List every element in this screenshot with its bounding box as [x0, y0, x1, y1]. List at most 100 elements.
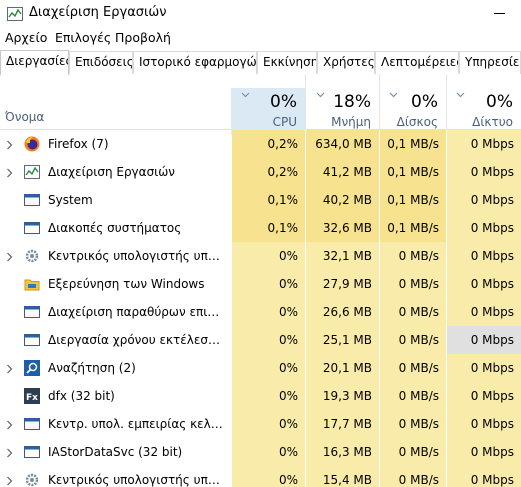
tab-app-history[interactable]: Ιστορικό εφαρμογών — [133, 51, 257, 74]
tab-details[interactable]: Λεπτομέρειες — [375, 51, 459, 74]
network-cell: 0 Mbps — [447, 130, 521, 158]
network-cell: 0 Mbps — [447, 186, 521, 214]
chevron-down-icon — [389, 92, 398, 98]
menu-view[interactable]: Προβολή — [115, 30, 171, 46]
process-name: Κεντρικός υπολογιστής υπηρε... — [48, 473, 224, 487]
menu-file[interactable]: Αρχείο — [5, 30, 47, 46]
cpu-cell: 0% — [232, 326, 305, 354]
disk-cell: 0 MB/s — [380, 326, 446, 354]
memory-percent: 18% — [333, 92, 371, 112]
tab-services[interactable]: Υπηρεσίες — [459, 51, 521, 74]
svg-text:Fx: Fx — [26, 393, 38, 403]
disk-cell: 0,1 MB/s — [380, 214, 446, 242]
title-bar: Διαχείριση Εργασιών — [0, 0, 521, 28]
process-name: Διαχείριση Εργασιών — [48, 165, 175, 179]
network-cell: 0 Mbps — [447, 214, 521, 242]
table-row[interactable]: Κεντρ. υπολ. εμπειρίας κελύφο... 0%17,7 M… — [0, 410, 521, 438]
memory-cell: 41,2 MB — [306, 158, 379, 186]
tab-performance[interactable]: Επιδόσεις — [69, 51, 133, 74]
memory-cell: 634,0 MB — [306, 130, 379, 158]
divider — [305, 74, 306, 130]
memory-cell: 19,3 MB — [306, 382, 379, 410]
network-percent: 0% — [486, 92, 513, 112]
disk-cell: 0 MB/s — [380, 410, 446, 438]
process-name: Αναζήτηση (2) — [48, 361, 136, 375]
expand-chevron-icon[interactable] — [6, 475, 13, 486]
column-name[interactable]: Όνομα — [5, 110, 44, 124]
table-row[interactable]: Κεντρικός υπολογιστής υπηρε... 0% 32,1 MB 0… — [0, 242, 521, 270]
process-name: Διεργασία χρόνου εκτέλεσης π... — [48, 333, 224, 347]
disk-cell: 0 MB/s — [380, 466, 446, 487]
expand-chevron-icon[interactable] — [6, 447, 13, 458]
tab-processes[interactable]: Διεργασίες — [0, 50, 69, 75]
disk-cell: 0 MB/s — [380, 298, 446, 326]
cpu-cell: 0,1% — [232, 186, 305, 214]
process-name: System — [48, 193, 93, 207]
window-icon — [24, 444, 40, 460]
table-row[interactable]: Διαχείριση παραθύρων επιφάν... 0% 26,6 MB 0… — [0, 298, 521, 326]
disk-cell: 0 MB/s — [380, 438, 446, 466]
memory-label: Μνήμη — [331, 115, 371, 129]
network-cell: 0 Mbps — [447, 438, 521, 466]
memory-cell: 16,3 MB — [306, 438, 379, 466]
memory-cell: 26,6 MB — [306, 298, 379, 326]
tab-users[interactable]: Χρήστες — [317, 51, 375, 74]
cpu-cell: 0% — [232, 410, 305, 438]
expand-chevron-icon[interactable] — [6, 139, 13, 150]
process-name: Firefox (7) — [48, 137, 109, 151]
process-name: Διαχείριση παραθύρων επιφάν... — [48, 305, 224, 319]
network-cell: 0 Mbps — [447, 158, 521, 186]
gear-icon — [24, 248, 40, 264]
table-row[interactable]: Κεντρικός υπολογιστής υπηρε... 0% 15,4 MB 0… — [0, 466, 521, 487]
process-name: Κεντρ. υπολ. εμπειρίας κελύφο... — [48, 417, 224, 431]
task-manager-icon — [24, 164, 40, 180]
network-cell: 0 Mbps — [447, 298, 521, 326]
network-cell: 0 Mbps — [447, 466, 521, 487]
disk-percent: 0% — [411, 92, 438, 112]
cpu-cell: 0% — [232, 354, 305, 382]
tab-startup[interactable]: Εκκίνηση — [257, 51, 317, 74]
cpu-cell: 0% — [232, 270, 305, 298]
minimize-button[interactable] — [480, 0, 521, 28]
table-row[interactable]: Fx dfx (32 bit) 0% 19,3 MB 0 MB/s 0 Mbps — [0, 382, 521, 410]
network-cell: 0 Mbps — [447, 410, 521, 438]
expand-chevron-icon[interactable] — [6, 419, 13, 430]
chevron-down-icon — [316, 92, 325, 98]
expand-chevron-icon[interactable] — [6, 251, 13, 262]
table-row[interactable]: Διακοπές συστήματος 0,1% 32,6 MB 0,1 MB/s 0 … — [0, 214, 521, 242]
menu-options[interactable]: Επιλογές — [55, 30, 111, 46]
process-name: Διακοπές συστήματος — [48, 221, 182, 235]
column-header: Όνομα 0% CPU 18% Μνήμη 0% Δίσκος 0% Δίκτ… — [0, 74, 521, 134]
memory-cell: 15,4 MB — [306, 466, 379, 487]
table-row[interactable]: Διεργασία χρόνου εκτέλεσης π... 0%25,1 MB… — [0, 326, 521, 354]
dfx-icon: Fx — [24, 388, 40, 404]
column-disk[interactable]: 0% Δίσκος — [379, 88, 446, 134]
disk-cell: 0 MB/s — [380, 354, 446, 382]
table-row[interactable]: Διαχείριση Εργασιών 0,2% 41,2 MB 0,1 MB/s 0 … — [0, 158, 521, 186]
search-icon — [24, 360, 40, 376]
network-label: Δίκτυο — [472, 115, 513, 129]
cpu-cell: 0% — [232, 242, 305, 270]
column-memory[interactable]: 18% Μνήμη — [306, 88, 379, 134]
table-row[interactable]: Firefox (7) 0,2% 634,0 MB 0,1 MB/s 0 Mbps — [0, 130, 521, 158]
table-row[interactable]: Εξερεύνηση των Windows 0% 27,9 MB 0 MB/s 0 M… — [0, 270, 521, 298]
memory-cell: 32,6 MB — [306, 214, 379, 242]
table-row[interactable]: Αναζήτηση (2) 0% 20,1 MB 0 MB/s 0 Mbps — [0, 354, 521, 382]
process-name: Κεντρικός υπολογιστής υπηρε... — [48, 249, 224, 263]
memory-cell: 17,7 MB — [306, 410, 379, 438]
memory-cell: 25,1 MB — [306, 326, 379, 354]
expand-chevron-icon[interactable] — [6, 363, 13, 374]
network-cell: 0 Mbps — [447, 326, 521, 354]
cpu-cell: 0% — [232, 298, 305, 326]
window-icon — [24, 416, 40, 432]
cpu-cell: 0,2% — [232, 130, 305, 158]
system-icon — [24, 192, 40, 208]
expand-chevron-icon[interactable] — [6, 167, 13, 178]
disk-cell: 0 MB/s — [380, 242, 446, 270]
column-cpu[interactable]: 0% CPU — [231, 88, 305, 134]
table-row[interactable]: System 0,1% 40,2 MB 0,1 MB/s 0 Mbps — [0, 186, 521, 214]
table-row[interactable]: IAStorDataSvc (32 bit) 0% 16,3 MB 0 MB/s 0 M… — [0, 438, 521, 466]
process-name: IAStorDataSvc (32 bit) — [48, 445, 183, 459]
column-network[interactable]: 0% Δίκτυο — [446, 88, 521, 134]
chevron-down-icon — [241, 92, 250, 98]
